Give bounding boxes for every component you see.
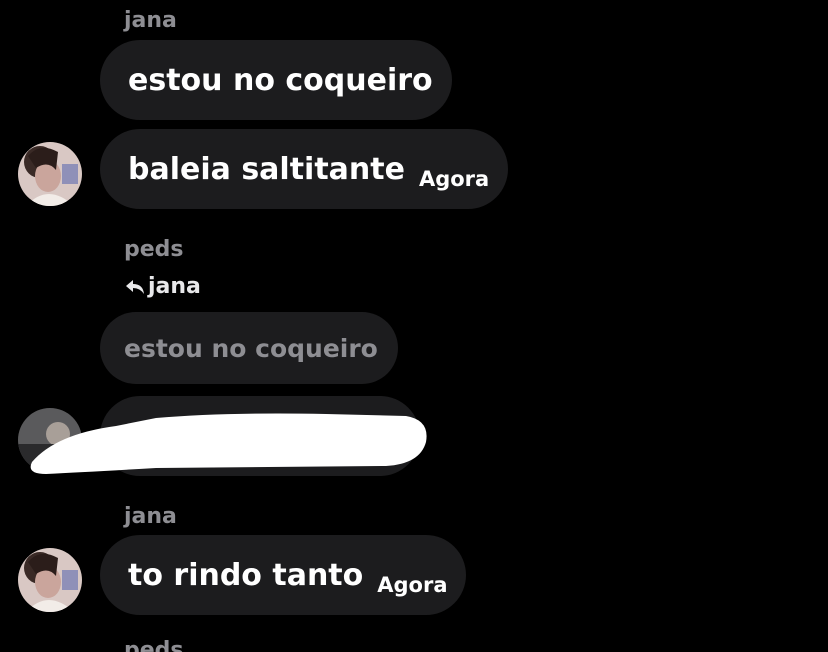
chat-thread: jana estou no coqueiro baleia saltitante…	[0, 0, 828, 652]
message-text: baleia saltitante	[128, 151, 405, 187]
sender-name: peds	[124, 237, 184, 262]
avatar-photo-icon	[18, 142, 82, 206]
redaction-scribble	[30, 413, 427, 474]
message-bubble[interactable]: baleia saltitante Agora	[100, 129, 508, 209]
sender-name: peds	[124, 638, 184, 652]
message-bubble[interactable]: estou no coqueiro	[100, 40, 452, 120]
avatar[interactable]	[18, 142, 82, 206]
message-timestamp: Agora	[418, 167, 490, 191]
message-bubble[interactable]: to rindo tanto Agora	[100, 535, 466, 615]
reply-reference[interactable]: jana	[124, 276, 201, 298]
message-timestamp: Agora	[377, 573, 448, 597]
message-text: estou no coqueiro	[128, 62, 433, 98]
quoted-message-bubble[interactable]: estou no coqueiro	[100, 312, 398, 384]
reply-target-name: jana	[148, 274, 201, 299]
sender-name: jana	[124, 8, 177, 33]
avatar[interactable]	[18, 548, 82, 612]
avatar-photo-icon	[18, 548, 82, 612]
message-text: to rindo tanto	[128, 557, 364, 593]
sender-name: jana	[124, 504, 177, 529]
quoted-message-text: estou no coqueiro	[124, 333, 378, 363]
reply-arrow-icon	[126, 280, 144, 294]
